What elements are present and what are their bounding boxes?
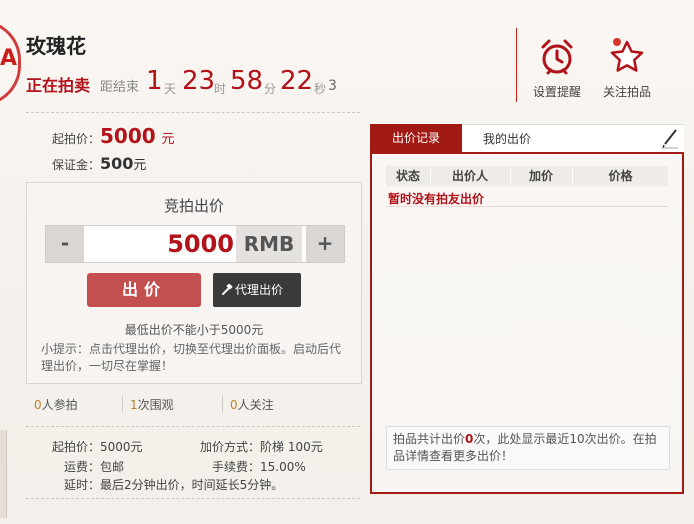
detail-shipping-label: 运费：: [64, 460, 101, 474]
countdown-days-unit: 天: [164, 82, 177, 96]
proxy-tip: 小提示：点击代理出价，切换至代理出价面板。启动后代理出价，一切尽在掌握！: [41, 342, 342, 373]
item-title: 玫瑰花: [26, 34, 86, 58]
detail-fee: 手续费：15.00%: [212, 458, 306, 475]
records-footer-note: 拍品共计出价0次，此处显示最近10次出价。在拍品详情查看更多出价！: [386, 426, 670, 470]
views-stat: 1次围观: [130, 396, 174, 413]
follow-item-label: 关注拍品: [602, 85, 651, 99]
bid-records-panel: 状态 出价人 加价 价格 暂时没有拍友出价 拍品共计出价0次，此处显示最近10次…: [370, 152, 684, 494]
views-label: 次围观: [137, 398, 174, 412]
detail-delay-label: 延时：: [64, 478, 101, 492]
brand-seal-letter: A: [0, 46, 18, 71]
countdown-hours-unit: 时: [214, 82, 227, 96]
countdown-days: 1: [146, 66, 163, 96]
col-price: 价格: [608, 169, 633, 183]
detail-delay-value: 最后2分钟出价，时间延长5分钟。: [100, 478, 284, 492]
bid-amount-stepper: - 5000 RMB +: [45, 225, 345, 263]
detail-delay: 延时：最后2分钟出价，时间延长5分钟。: [64, 476, 283, 493]
deposit-unit: 元: [133, 158, 147, 173]
submit-bid-button[interactable]: 出价: [87, 273, 201, 307]
stats-bar: 0人参拍 1次围观 0人关注: [26, 388, 360, 418]
countdown-minutes: 58: [230, 66, 264, 96]
deposit-value: 500: [100, 154, 134, 173]
divider: [26, 112, 360, 113]
divider: [26, 498, 360, 499]
proxy-bid-label: 代理出价: [235, 283, 284, 297]
start-price-unit: 元: [161, 132, 175, 147]
follows-count: 0: [230, 398, 238, 412]
empty-records-message: 暂时没有拍友出价: [388, 192, 485, 206]
deposit-row: 保证金：500元: [52, 154, 146, 173]
countdown-seconds: 22: [280, 66, 314, 96]
countdown-label: 距结束: [100, 80, 140, 95]
set-reminder-button[interactable]: 设置提醒: [530, 38, 584, 100]
records-table-header: 状态 出价人 加价 价格: [386, 166, 668, 186]
detail-start-price-value: 5000元: [100, 440, 143, 454]
col-status: 状态: [395, 169, 420, 183]
follows-label: 人关注: [237, 398, 274, 412]
tabs-filler: [552, 124, 684, 153]
auction-status: 正在拍卖: [26, 76, 91, 95]
col-increment: 加价: [528, 169, 553, 183]
currency-label: RMB: [236, 226, 302, 262]
proxy-bid-button[interactable]: 代理出价: [213, 273, 301, 307]
decrease-button[interactable]: -: [46, 226, 84, 262]
detail-start-price: 起拍价：5000元: [52, 438, 143, 455]
countdown-seconds-unit: 秒: [314, 82, 327, 96]
detail-fee-label: 手续费：: [212, 460, 261, 474]
quill-pen-icon[interactable]: [660, 129, 680, 149]
tab-my-bids[interactable]: 我的出价: [462, 124, 552, 153]
records-tabs: 出价记录 我的出价: [370, 124, 684, 153]
views-count: 1: [130, 398, 138, 412]
countdown-hours: 23: [182, 66, 216, 96]
detail-increment-value: 阶梯 100元: [260, 440, 323, 454]
side-handle[interactable]: [0, 430, 7, 518]
countdown-tenths: 3: [328, 78, 337, 94]
start-price-row: 起拍价：5000 元: [52, 124, 175, 148]
footer-prefix: 拍品共计出价: [393, 432, 466, 446]
increase-button[interactable]: +: [306, 226, 344, 262]
participants-count: 0: [34, 398, 42, 412]
detail-increment: 加价方式：阶梯 100元: [200, 438, 323, 455]
set-reminder-label: 设置提醒: [532, 85, 581, 99]
detail-shipping: 运费：包邮: [64, 458, 124, 475]
start-price-label: 起拍价：: [52, 132, 101, 146]
detail-fee-value: 15.00%: [260, 460, 306, 474]
tab-bid-records[interactable]: 出价记录: [370, 124, 462, 152]
divider: [386, 206, 668, 207]
start-price-value: 5000: [100, 124, 156, 148]
col-bidder: 出价人: [451, 169, 488, 183]
min-bid-hint: 最低出价不能小于5000元: [124, 323, 264, 337]
star-icon: [610, 38, 644, 72]
bid-panel: 竞拍出价 - 5000 RMB + 出价 代理出价 最低出价不能小于5000元 …: [26, 182, 362, 384]
bid-panel-title: 竞拍出价: [163, 197, 224, 215]
alarm-clock-icon: [541, 39, 573, 75]
divider: [122, 396, 123, 412]
deposit-label: 保证金：: [52, 158, 101, 172]
participants-label: 人参拍: [41, 398, 78, 412]
detail-increment-label: 加价方式：: [200, 440, 261, 454]
participants-stat: 0人参拍: [34, 396, 78, 413]
follows-stat: 0人关注: [230, 396, 274, 413]
gavel-icon: [222, 284, 233, 295]
divider: [516, 28, 517, 102]
follow-item-button[interactable]: 关注拍品: [600, 36, 654, 100]
bid-amount-input[interactable]: 5000: [86, 226, 240, 262]
detail-start-price-label: 起拍价：: [52, 440, 101, 454]
countdown-minutes-unit: 分: [264, 82, 277, 96]
detail-shipping-value: 包邮: [100, 460, 125, 474]
divider: [222, 396, 223, 412]
divider: [26, 426, 360, 427]
